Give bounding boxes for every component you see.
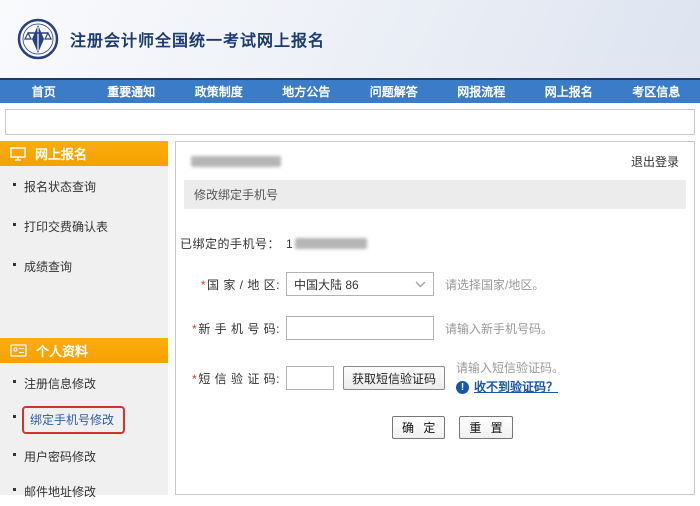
sms-hints: 请输入短信验证码。 ! 收不到验证码？ xyxy=(456,360,564,396)
section-title-bar: 修改绑定手机号 xyxy=(184,180,686,209)
sidebar-item-bound-phone-edit[interactable]: 绑定手机号修改 xyxy=(24,410,168,430)
sidebar-section-personal-info: 个人资料 xyxy=(0,338,168,363)
sidebar-list-personal: 注册信息修改 绑定手机号修改 用户密码修改 邮件地址修改 xyxy=(0,363,168,500)
sms-code-row: *短 信 验 证 码: 获取短信验证码 请输入短信验证码。 ! 收不到验证码？ xyxy=(176,360,694,396)
change-phone-form: 已绑定的手机号： 1 *国 家 / 地 区: 中国大陆 86 请选择国家/地区。… xyxy=(176,209,694,439)
highlighted-item-box[interactable]: 绑定手机号修改 xyxy=(22,406,125,434)
confirm-button[interactable]: 确 定 xyxy=(392,416,445,439)
id-card-icon xyxy=(10,344,27,357)
masked-phone-number xyxy=(295,238,367,249)
page-header: 注册会计师全国统一考试网上报名 xyxy=(0,0,700,78)
required-mark: * xyxy=(192,372,197,386)
country-label: *国 家 / 地 区: xyxy=(176,276,280,293)
country-row: *国 家 / 地 区: 中国大陆 86 请选择国家/地区。 xyxy=(176,272,694,296)
sidebar-item-registration-info-edit[interactable]: 注册信息修改 xyxy=(24,375,168,392)
new-phone-input[interactable] xyxy=(286,316,434,340)
sms-code-input[interactable] xyxy=(286,366,334,390)
body: 网上报名 报名状态查询 打印交费确认表 成绩查询 个人资料 注册信息修改 绑定手… xyxy=(0,141,700,495)
sms-code-hint: 请输入短信验证码。 xyxy=(456,360,564,377)
nav-item-home[interactable]: 首页 xyxy=(0,83,88,100)
nav-item-policies[interactable]: 政策制度 xyxy=(175,83,263,100)
new-phone-row: *新 手 机 号 码: 请输入新手机号码。 xyxy=(176,316,694,340)
sms-help-line: ! 收不到验证码？ xyxy=(456,379,564,396)
required-mark: * xyxy=(192,322,197,336)
sidebar-list-registration: 报名状态查询 打印交费确认表 成绩查询 xyxy=(0,166,168,275)
masked-username xyxy=(191,156,281,167)
cannot-receive-code-link[interactable]: 收不到验证码？ xyxy=(474,379,558,396)
sidebar-item-status-query[interactable]: 报名状态查询 xyxy=(24,178,168,195)
form-buttons-row: 确 定 重 置 xyxy=(176,416,694,439)
main-nav: 首页 重要通知 政策制度 地方公告 问题解答 网报流程 网上报名 考区信息 xyxy=(0,78,700,103)
sidebar-section-title: 个人资料 xyxy=(36,341,88,360)
nav-item-notices[interactable]: 重要通知 xyxy=(88,83,176,100)
country-select-value: 中国大陆 86 xyxy=(294,276,359,293)
sidebar-gap xyxy=(0,298,168,338)
nav-item-exam-area-info[interactable]: 考区信息 xyxy=(613,83,700,100)
nav-item-faq[interactable]: 问题解答 xyxy=(350,83,438,100)
required-mark: * xyxy=(201,278,206,292)
cicpa-logo-icon xyxy=(16,17,60,61)
bound-phone-visible-digit: 1 xyxy=(286,237,293,251)
reset-button[interactable]: 重 置 xyxy=(459,416,512,439)
sidebar-item-print-payment-confirmation[interactable]: 打印交费确认表 xyxy=(24,218,168,235)
country-hint: 请选择国家/地区。 xyxy=(445,276,544,293)
content-panel: 退出登录 修改绑定手机号 已绑定的手机号： 1 *国 家 / 地 区: 中国大陆… xyxy=(175,141,695,495)
bound-phone-label: 已绑定的手机号： xyxy=(176,235,280,252)
nav-item-online-registration[interactable]: 网上报名 xyxy=(525,83,613,100)
content-top-bar: 退出登录 xyxy=(176,142,694,177)
sidebar-item-score-query[interactable]: 成绩查询 xyxy=(24,258,168,275)
bound-phone-row: 已绑定的手机号： 1 xyxy=(176,235,694,252)
page-title: 注册会计师全国统一考试网上报名 xyxy=(70,27,325,51)
get-sms-code-button[interactable]: 获取短信验证码 xyxy=(343,366,445,390)
notice-strip xyxy=(5,109,695,135)
sidebar-item-password-edit[interactable]: 用户密码修改 xyxy=(24,448,168,465)
nav-item-local-announcements[interactable]: 地方公告 xyxy=(263,83,351,100)
logout-link[interactable]: 退出登录 xyxy=(631,153,679,170)
sms-code-label: *短 信 验 证 码: xyxy=(176,370,280,387)
chevron-down-icon xyxy=(415,281,426,288)
country-select[interactable]: 中国大陆 86 xyxy=(286,272,434,296)
nav-item-process[interactable]: 网报流程 xyxy=(438,83,526,100)
info-icon: ! xyxy=(456,381,469,394)
sidebar-section-title: 网上报名 xyxy=(35,144,87,163)
sidebar-section-online-registration: 网上报名 xyxy=(0,141,168,166)
monitor-icon xyxy=(10,147,26,161)
new-phone-label: *新 手 机 号 码: xyxy=(176,320,280,337)
sidebar-item-email-edit[interactable]: 邮件地址修改 xyxy=(24,483,168,500)
new-phone-hint: 请输入新手机号码。 xyxy=(445,320,553,337)
sidebar: 网上报名 报名状态查询 打印交费确认表 成绩查询 个人资料 注册信息修改 绑定手… xyxy=(0,141,168,495)
